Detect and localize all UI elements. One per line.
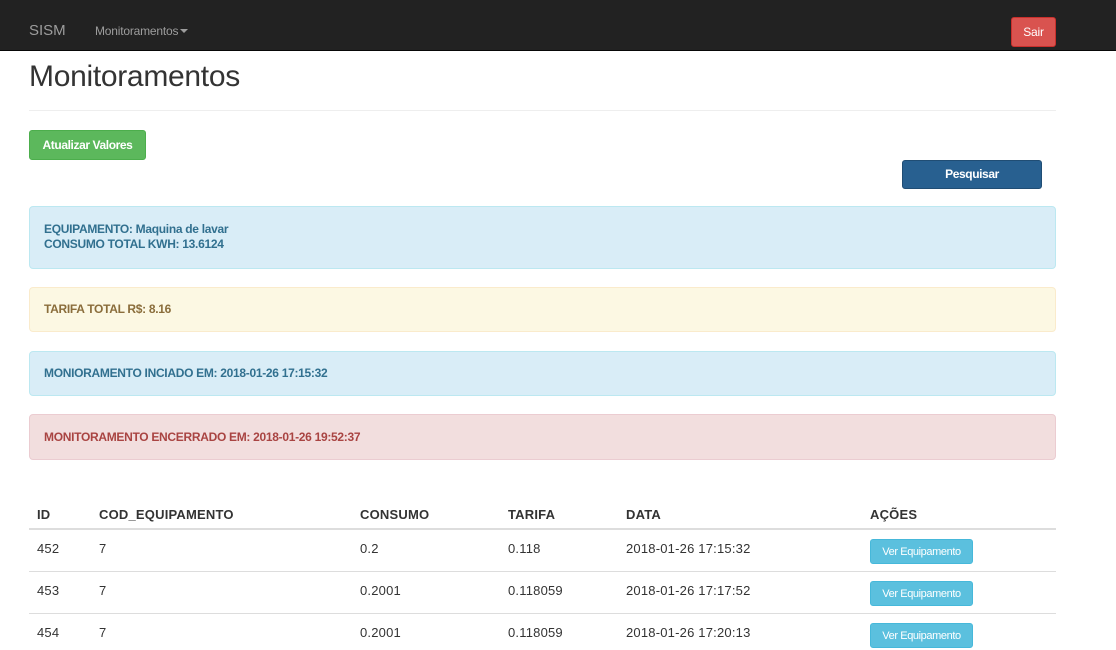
table-row: 452 7 0.2 0.118 2018-01-26 17:15:32 Ver … <box>29 530 1056 572</box>
search-monitoring-button[interactable]: Pesquisar Monitoramento <box>902 160 1042 208</box>
cell-data: 2018-01-26 17:15:32 <box>626 541 751 556</box>
cell-acoes: Ver Equipamento <box>870 539 973 564</box>
table-row: 454 7 0.2001 0.118059 2018-01-26 17:20:1… <box>29 614 1056 650</box>
logout-button[interactable]: Sair <box>1011 17 1056 47</box>
cell-acoes: Ver Equipamento <box>870 623 973 648</box>
view-equipment-button[interactable]: Ver Equipamento <box>870 581 973 606</box>
cell-tarifa: 0.118 <box>508 541 541 556</box>
equipment-info-alert: EQUIPAMENTO: Maquina de lavar CONSUMO TO… <box>29 206 1056 269</box>
cell-cod-equipamento: 7 <box>99 625 107 640</box>
table-header: ID COD_EQUIPAMENTO CONSUMO TARIFA DATA A… <box>29 500 1056 530</box>
cell-tarifa: 0.118059 <box>508 583 563 598</box>
cell-acoes: Ver Equipamento <box>870 581 973 606</box>
end-time-alert: MONITORAMENTO ENCERRADO EM: 2018-01-26 1… <box>29 414 1056 460</box>
cell-data: 2018-01-26 17:17:52 <box>626 583 751 598</box>
caret-down-icon <box>180 28 189 33</box>
cell-consumo: 0.2 <box>360 541 379 556</box>
cell-id: 452 <box>37 541 60 556</box>
cell-consumo: 0.2001 <box>360 625 401 640</box>
brand-link[interactable]: SISM <box>29 22 66 40</box>
end-time: MONITORAMENTO ENCERRADO EM: 2018-01-26 1… <box>44 430 361 444</box>
page-title: Monitoramentos <box>29 60 240 93</box>
cell-id: 453 <box>37 583 60 598</box>
top-navbar: SISM Monitoramentos Sair <box>0 0 1116 51</box>
header-consumo: CONSUMO <box>360 507 430 522</box>
view-equipment-button[interactable]: Ver Equipamento <box>870 539 973 564</box>
view-equipment-button[interactable]: Ver Equipamento <box>870 623 973 648</box>
cell-data: 2018-01-26 17:20:13 <box>626 625 751 640</box>
total-tariff: TARIFA TOTAL R$: 8.16 <box>44 302 172 316</box>
start-time-alert: MONIORAMENTO INCIADO EM: 2018-01-26 17:1… <box>29 351 1056 396</box>
cell-id: 454 <box>37 625 60 640</box>
header-tarifa: TARIFA <box>508 507 556 522</box>
total-consumption: CONSUMO TOTAL KWH: 13.6124 <box>44 237 224 251</box>
cell-tarifa: 0.118059 <box>508 625 563 640</box>
monitoramentos-dropdown-label: Monitoramentos <box>95 24 179 38</box>
equipment-name: EQUIPAMENTO: Maquina de lavar <box>44 222 229 236</box>
cell-cod-equipamento: 7 <box>99 541 107 556</box>
header-id: ID <box>37 507 51 522</box>
title-divider <box>29 110 1056 111</box>
header-data: DATA <box>626 507 661 522</box>
table-row: 453 7 0.2001 0.118059 2018-01-26 17:17:5… <box>29 572 1056 614</box>
header-acoes: AÇÕES <box>870 507 918 522</box>
refresh-values-button[interactable]: Atualizar Valores <box>29 130 146 160</box>
start-time: MONIORAMENTO INCIADO EM: 2018-01-26 17:1… <box>44 366 328 380</box>
monitoring-table: ID COD_EQUIPAMENTO CONSUMO TARIFA DATA A… <box>29 500 1056 650</box>
cell-consumo: 0.2001 <box>360 583 401 598</box>
tariff-alert: TARIFA TOTAL R$: 8.16 <box>29 287 1056 332</box>
header-cod-equipamento: COD_EQUIPAMENTO <box>99 507 234 522</box>
monitoramentos-dropdown[interactable]: Monitoramentos <box>95 23 189 39</box>
cell-cod-equipamento: 7 <box>99 583 107 598</box>
